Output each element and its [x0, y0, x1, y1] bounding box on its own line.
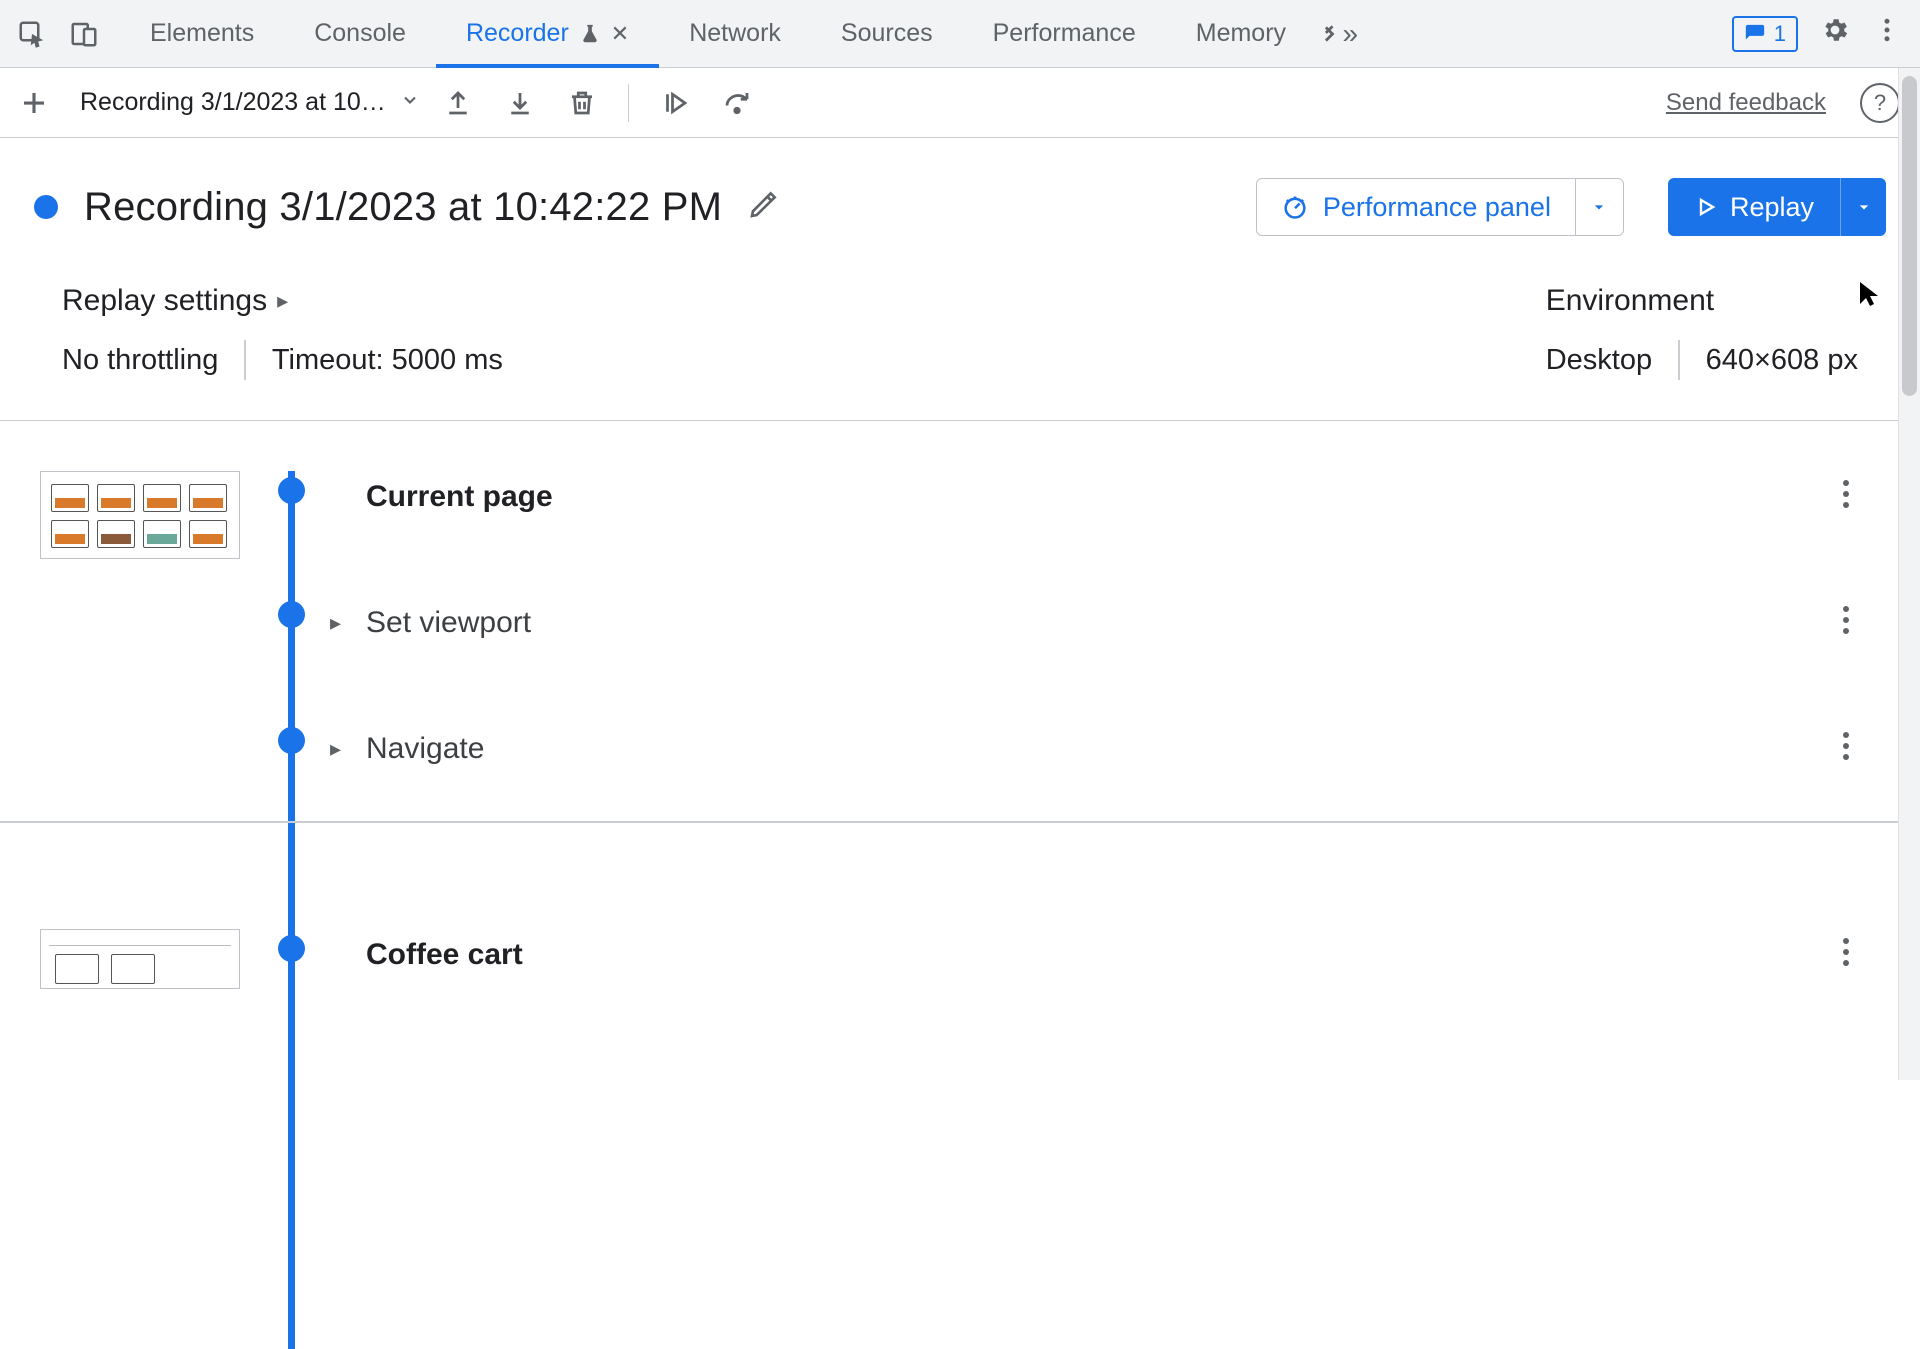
- step-options-icon[interactable]: [1842, 937, 1850, 974]
- timeline-dot-icon: [278, 935, 305, 962]
- replay-settings-values: No throttling Timeout: 5000 ms: [62, 340, 1546, 380]
- tab-memory[interactable]: Memory: [1166, 0, 1316, 67]
- status-dot-icon: [34, 195, 58, 219]
- section-divider: [0, 821, 1900, 823]
- tab-network[interactable]: Network: [659, 0, 811, 67]
- tab-sources[interactable]: Sources: [811, 0, 963, 67]
- step-label: Navigate: [366, 732, 484, 766]
- steps-list: Current page ▸ Set viewport ▸ Navigate: [0, 421, 1920, 1055]
- step-current-page[interactable]: Current page: [330, 471, 1880, 523]
- replay-settings-heading: Replay settings: [62, 284, 267, 318]
- panel-tabs: Elements Console Recorder ✕ Network Sour…: [120, 0, 1358, 67]
- recording-selector[interactable]: Recording 3/1/2023 at 10…: [80, 88, 420, 117]
- timeline-dot-icon: [278, 727, 305, 754]
- environment-values: Desktop 640×608 px: [1546, 340, 1858, 380]
- environment-viewport: 640×608 px: [1706, 344, 1858, 377]
- step-group: Coffee cart: [40, 929, 1880, 1055]
- tab-console[interactable]: Console: [284, 0, 436, 67]
- settings-icon[interactable]: [1820, 15, 1850, 52]
- recording-title-row: Recording 3/1/2023 at 10:42:22 PM Perfor…: [0, 138, 1920, 254]
- performance-panel-dropdown[interactable]: [1575, 179, 1623, 235]
- separator: [244, 340, 246, 380]
- recording-title: Recording 3/1/2023 at 10:42:22 PM: [84, 185, 722, 230]
- tab-label: Network: [689, 19, 781, 48]
- cursor-icon: [1858, 280, 1880, 315]
- tab-label: Console: [314, 19, 406, 48]
- more-tabs-icon[interactable]: »: [1316, 0, 1358, 67]
- step-options-icon[interactable]: [1842, 479, 1850, 516]
- performance-panel-button[interactable]: Performance panel: [1256, 178, 1624, 236]
- timeline-dot-icon: [278, 477, 305, 504]
- expand-right-icon[interactable]: ▸: [330, 610, 348, 636]
- import-icon[interactable]: [434, 79, 482, 127]
- step-navigate[interactable]: ▸ Navigate: [330, 723, 1880, 775]
- step-thumbnail[interactable]: [40, 929, 240, 989]
- issues-count: 1: [1774, 21, 1786, 47]
- environment-device: Desktop: [1546, 344, 1652, 377]
- step-label: Set viewport: [366, 606, 531, 640]
- recorder-toolbar: Recording 3/1/2023 at 10… Send feedback …: [0, 68, 1920, 138]
- step-label: Coffee cart: [366, 938, 523, 972]
- timeout-value: Timeout: 5000 ms: [272, 344, 503, 377]
- step-coffee-cart[interactable]: Coffee cart: [330, 929, 1880, 981]
- separator: [628, 84, 629, 122]
- new-recording-button[interactable]: [10, 79, 58, 127]
- tabstrip-right: 1: [1732, 15, 1914, 52]
- tab-elements[interactable]: Elements: [120, 0, 284, 67]
- step-group: Current page ▸ Set viewport ▸ Navigate: [40, 471, 1880, 849]
- delete-icon[interactable]: [558, 79, 606, 127]
- replay-label: Replay: [1730, 192, 1814, 223]
- step-over-icon[interactable]: [713, 79, 761, 127]
- device-toolbar-icon[interactable]: [58, 8, 110, 60]
- tab-label: Memory: [1196, 19, 1286, 48]
- close-icon[interactable]: ✕: [611, 21, 629, 47]
- separator: [1678, 340, 1680, 380]
- environment-heading: Environment: [1546, 284, 1858, 318]
- chevron-down-icon: [400, 88, 420, 117]
- expand-right-icon[interactable]: ▸: [330, 736, 348, 762]
- issues-badge[interactable]: 1: [1732, 16, 1798, 52]
- tab-label: Performance: [993, 19, 1136, 48]
- step-options-icon[interactable]: [1842, 731, 1850, 768]
- settings-section: Replay settings ▸ No throttling Timeout:…: [0, 254, 1920, 421]
- experiment-icon: [579, 23, 601, 45]
- export-icon[interactable]: [496, 79, 544, 127]
- tab-label: Recorder: [466, 19, 569, 48]
- scrollbar-thumb[interactable]: [1902, 76, 1917, 396]
- send-feedback-link[interactable]: Send feedback: [1666, 89, 1826, 117]
- expand-right-icon: ▸: [277, 288, 288, 314]
- replay-settings-toggle[interactable]: Replay settings ▸: [62, 284, 1546, 318]
- performance-panel-label: Performance panel: [1323, 192, 1551, 223]
- devtools-tabstrip: Elements Console Recorder ✕ Network Sour…: [0, 0, 1920, 68]
- tab-label: Elements: [150, 19, 254, 48]
- tab-performance[interactable]: Performance: [963, 0, 1166, 67]
- tab-recorder[interactable]: Recorder ✕: [436, 0, 659, 67]
- step-label: Current page: [366, 480, 553, 514]
- help-icon[interactable]: ?: [1860, 83, 1900, 123]
- step-options-icon[interactable]: [1842, 605, 1850, 642]
- replay-button[interactable]: Replay: [1668, 178, 1886, 236]
- inspect-element-icon[interactable]: [6, 8, 58, 60]
- timeline-dot-icon: [278, 601, 305, 628]
- tab-label: Sources: [841, 19, 933, 48]
- step-thumbnail[interactable]: [40, 471, 240, 559]
- step-play-icon[interactable]: [651, 79, 699, 127]
- step-set-viewport[interactable]: ▸ Set viewport: [330, 597, 1880, 649]
- more-options-icon[interactable]: [1872, 15, 1902, 52]
- edit-title-icon[interactable]: [748, 188, 780, 227]
- recording-selector-label: Recording 3/1/2023 at 10…: [80, 88, 386, 117]
- throttling-value: No throttling: [62, 344, 218, 377]
- scrollbar[interactable]: [1898, 68, 1920, 1080]
- replay-dropdown[interactable]: [1840, 178, 1886, 236]
